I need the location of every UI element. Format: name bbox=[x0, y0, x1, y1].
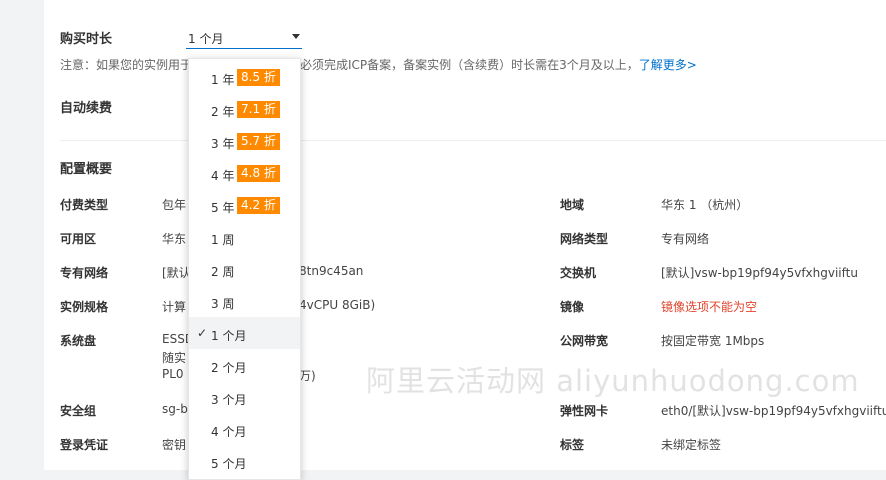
icp-note-rest: 必须完成ICP备案，备案实例（含续费）时长需在3个月及以上，了解更多> bbox=[300, 56, 697, 73]
zone-value: 华东 bbox=[162, 232, 187, 246]
auto-renew-label: 自动续费 bbox=[60, 101, 113, 116]
option-label: 5 个月 bbox=[211, 457, 247, 471]
option-label: 4 个月 bbox=[211, 425, 247, 439]
bandwidth-value: 按固定带宽 1Mbps bbox=[661, 334, 765, 348]
duration-option-3m[interactable]: 3 个月 bbox=[189, 381, 300, 413]
discount-badge: 4.8 折 bbox=[237, 165, 280, 182]
duration-label: 购买时长 bbox=[60, 32, 113, 47]
watermark-text: 阿里云活动网 aliyunhuodong.com bbox=[366, 364, 860, 398]
duration-dropdown: 1 年 8.5 折 2 年 7.1 折 3 年 5.7 折 4 年 4.8 折 … bbox=[188, 58, 301, 480]
duration-option-1y[interactable]: 1 年 8.5 折 bbox=[189, 61, 300, 93]
image-error-value: 镜像选项不能为空 bbox=[661, 300, 758, 314]
billing-type-label: 付费类型 bbox=[60, 198, 109, 212]
duration-option-3w[interactable]: 3 周 bbox=[189, 285, 300, 317]
system-disk-tail: 万) bbox=[299, 369, 316, 383]
vpc-value-tail: 8tn9c45an bbox=[299, 264, 364, 278]
icp-note-mid: 必须完成ICP备案，备案实例（含续费）时长需在3个月及以上， bbox=[300, 58, 639, 72]
option-label: 1 年 bbox=[211, 73, 235, 87]
bandwidth-label: 公网带宽 bbox=[560, 334, 609, 348]
chevron-down-icon bbox=[292, 34, 300, 39]
vswitch-value: [默认]vsw-bp19pf94y5vfxhgviiftu bbox=[661, 266, 858, 280]
security-group-value: sg-b bbox=[162, 402, 188, 416]
region-label: 地域 bbox=[560, 198, 585, 212]
region-value: 华东 1 （杭州） bbox=[661, 198, 749, 212]
duration-option-5y[interactable]: 5 年 4.2 折 bbox=[189, 189, 300, 221]
option-label: 1 个月 bbox=[211, 329, 247, 343]
icp-note-prefix: 注意：如果您的实例用于 bbox=[60, 58, 193, 72]
duration-option-1w[interactable]: 1 周 bbox=[189, 221, 300, 253]
option-label: 4 年 bbox=[211, 169, 235, 183]
tags-label: 标签 bbox=[560, 438, 585, 452]
login-credential-value: 密钥 bbox=[162, 438, 187, 452]
option-label: 1 周 bbox=[211, 233, 235, 247]
billing-type-value: 包年 bbox=[162, 198, 187, 212]
option-label: 3 周 bbox=[211, 297, 235, 311]
duration-option-1m[interactable]: ✓ 1 个月 bbox=[189, 317, 300, 349]
option-label: 5 年 bbox=[211, 201, 235, 215]
option-label: 2 周 bbox=[211, 265, 235, 279]
discount-badge: 7.1 折 bbox=[237, 101, 280, 118]
network-type-value: 专有网络 bbox=[661, 232, 710, 246]
learn-more-link[interactable]: 了解更多> bbox=[639, 58, 697, 72]
instance-type-label: 实例规格 bbox=[60, 300, 109, 314]
icp-note: 注意：如果您的实例用于 bbox=[60, 56, 192, 73]
instance-type-value: 计算 bbox=[162, 300, 187, 314]
option-label: 3 年 bbox=[211, 137, 235, 151]
vpc-value: [默认 bbox=[162, 266, 191, 280]
tags-value: 未绑定标签 bbox=[661, 438, 722, 452]
duration-option-4y[interactable]: 4 年 4.8 折 bbox=[189, 157, 300, 189]
option-label: 3 个月 bbox=[211, 393, 247, 407]
discount-badge: 8.5 折 bbox=[237, 69, 280, 86]
duration-select[interactable]: 1 个月 bbox=[186, 26, 302, 49]
duration-option-2m[interactable]: 2 个月 bbox=[189, 349, 300, 381]
security-group-label: 安全组 bbox=[60, 404, 97, 418]
option-label: 2 个月 bbox=[211, 361, 247, 375]
vswitch-label: 交换机 bbox=[560, 266, 597, 280]
duration-option-5m[interactable]: 5 个月 bbox=[189, 445, 300, 477]
discount-badge: 4.2 折 bbox=[237, 197, 280, 214]
eni-value: eth0/[默认]vsw-bp19pf94y5vfxhgviiftu bbox=[661, 404, 886, 418]
option-label: 2 年 bbox=[211, 105, 235, 119]
instance-type-tail: 4vCPU 8GiB) bbox=[299, 298, 376, 312]
discount-badge: 5.7 折 bbox=[237, 133, 280, 150]
duration-option-2w[interactable]: 2 周 bbox=[189, 253, 300, 285]
system-disk-line2: 随实 bbox=[162, 351, 187, 365]
check-icon: ✓ bbox=[197, 326, 208, 340]
network-type-label: 网络类型 bbox=[560, 232, 609, 246]
duration-select-value: 1 个月 bbox=[188, 32, 224, 46]
login-credential-label: 登录凭证 bbox=[60, 438, 109, 452]
duration-option-4m[interactable]: 4 个月 bbox=[189, 413, 300, 445]
zone-label: 可用区 bbox=[60, 232, 97, 246]
system-disk-line3: PL0 bbox=[162, 367, 184, 381]
system-disk-label: 系统盘 bbox=[60, 334, 97, 348]
config-summary-title: 配置概要 bbox=[60, 162, 113, 177]
image-label: 镜像 bbox=[560, 300, 585, 314]
vpc-label: 专有网络 bbox=[60, 266, 109, 280]
eni-label: 弹性网卡 bbox=[560, 404, 609, 418]
duration-option-3y[interactable]: 3 年 5.7 折 bbox=[189, 125, 300, 157]
duration-option-2y[interactable]: 2 年 7.1 折 bbox=[189, 93, 300, 125]
section-divider bbox=[60, 140, 886, 141]
